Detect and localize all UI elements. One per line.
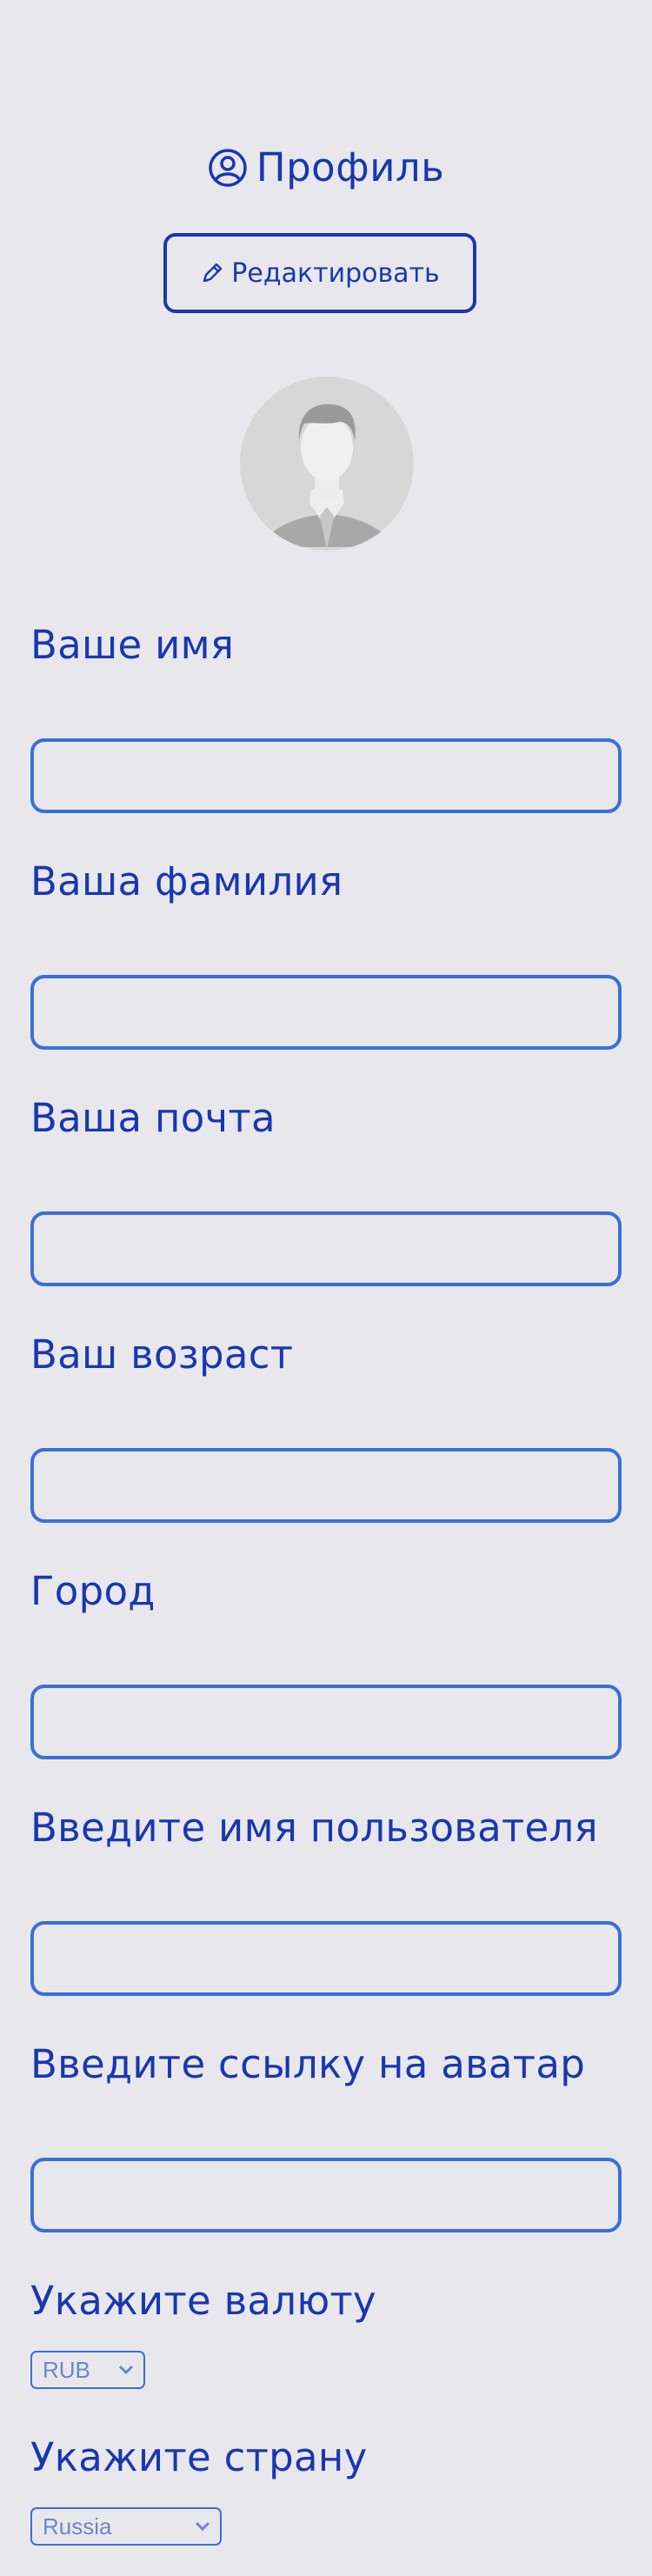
- currency-select[interactable]: RUB: [30, 2351, 145, 2389]
- avatar: [240, 377, 414, 551]
- page-header: Профиль: [0, 144, 652, 190]
- default-user-avatar-icon: [240, 377, 414, 551]
- city-label: Город: [30, 1568, 156, 1614]
- city-input[interactable]: [30, 1685, 622, 1759]
- username-label: Введите имя пользователя: [30, 1805, 598, 1851]
- currency-selected-value: RUB: [43, 2356, 90, 2383]
- country-select[interactable]: Russia: [30, 2507, 222, 2546]
- edit-button-label: Редактировать: [231, 257, 440, 289]
- last-name-label: Ваша фамилия: [30, 858, 343, 904]
- avatar-url-input[interactable]: [30, 2158, 622, 2232]
- page-title: Профиль: [256, 144, 445, 190]
- chevron-down-icon: [118, 2365, 134, 2375]
- email-input[interactable]: [30, 1211, 622, 1286]
- country-label: Укажите страну: [30, 2434, 368, 2480]
- avatar-url-label: Введите ссылку на аватар: [30, 2041, 586, 2087]
- pencil-icon: [203, 263, 223, 283]
- age-label: Ваш возраст: [30, 1331, 294, 1378]
- first-name-label: Ваше имя: [30, 622, 235, 668]
- age-input[interactable]: [30, 1448, 622, 1523]
- chevron-down-icon: [195, 2521, 210, 2532]
- email-label: Ваша почта: [30, 1095, 276, 1141]
- currency-label: Укажите валюту: [30, 2278, 376, 2324]
- last-name-input[interactable]: [30, 975, 622, 1050]
- username-input[interactable]: [30, 1921, 622, 1996]
- country-selected-value: Russia: [43, 2513, 112, 2539]
- first-name-input[interactable]: [30, 738, 622, 813]
- user-circle-icon: [209, 148, 247, 187]
- edit-profile-button[interactable]: Редактировать: [163, 233, 476, 313]
